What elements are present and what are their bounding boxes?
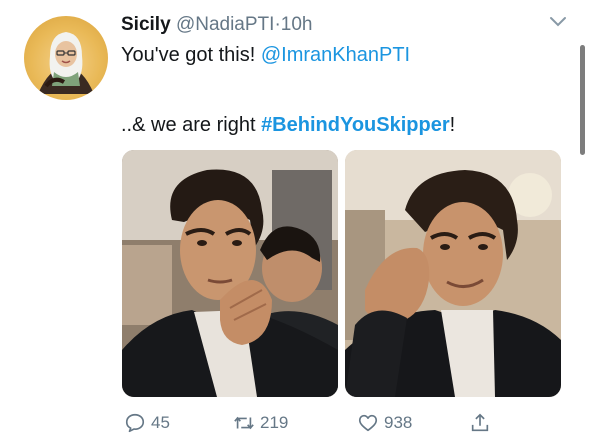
photo-man-smiling <box>345 150 561 397</box>
retweet-count: 219 <box>260 413 289 432</box>
retweet-arrows-icon <box>234 416 254 430</box>
tweet-header: Sicily @NadiaPTI·10h <box>121 13 312 37</box>
share-up-arrow-icon <box>471 413 489 432</box>
tweet-photo-1[interactable] <box>122 150 338 397</box>
tweet-text: You've got this! <box>121 44 261 66</box>
tweet-text-line-1: You've got this! @ImranKhanPTI <box>121 43 410 67</box>
tweet-text: ! <box>449 114 456 136</box>
author-avatar[interactable] <box>24 16 108 100</box>
tweet-text-line-2: ..& we are right #BehindYouSkipper! <box>121 113 455 137</box>
retweet-button[interactable]: 219 <box>233 410 288 436</box>
hashtag-link[interactable]: #BehindYouSkipper <box>261 114 450 136</box>
reply-count: 45 <box>151 413 170 432</box>
like-count: 938 <box>384 413 413 432</box>
mention-link[interactable]: @ImranKhanPTI <box>261 44 410 66</box>
share-button[interactable] <box>469 410 491 436</box>
author-handle[interactable]: @NadiaPTI <box>176 14 275 35</box>
heart-icon <box>358 414 378 432</box>
tweet-timestamp[interactable]: 10h <box>281 14 313 35</box>
tweet-photo-2[interactable] <box>345 150 561 397</box>
author-name[interactable]: Sicily <box>121 14 171 35</box>
chevron-down-icon[interactable] <box>548 14 568 30</box>
like-button[interactable]: 938 <box>357 410 412 436</box>
reply-button[interactable]: 45 <box>124 410 170 436</box>
tweet-text: ..& we are right <box>121 114 262 136</box>
scrollbar-thumb[interactable] <box>580 45 585 155</box>
photo-man-thinking <box>122 150 338 397</box>
comment-bubble-icon <box>125 413 145 433</box>
avatar-illustration <box>38 32 94 94</box>
